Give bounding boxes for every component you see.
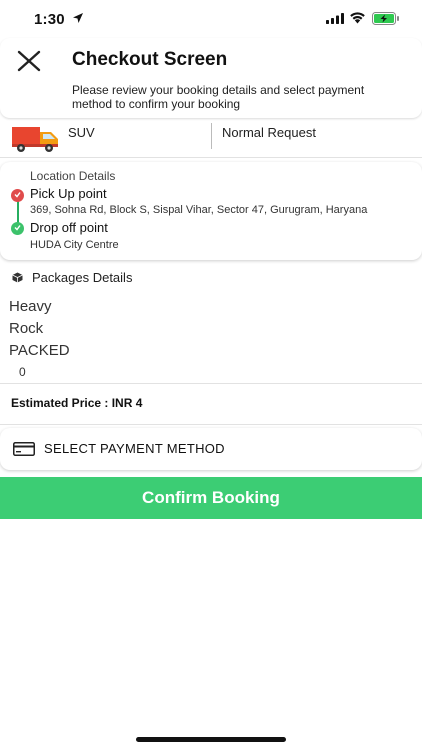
cellular-signal-icon: [326, 13, 344, 24]
status-time: 1:30: [34, 11, 65, 28]
pickup-address: 369, Sohna Rd, Block S, Sispal Vihar, Se…: [30, 204, 368, 216]
dropoff-marker-icon: [11, 222, 24, 235]
dropoff-label: Drop off point: [30, 220, 108, 235]
estimated-price: Estimated Price : INR 4: [11, 396, 143, 410]
confirm-booking-button[interactable]: Confirm Booking: [0, 477, 422, 519]
truck-icon: [12, 127, 58, 152]
payment-method-label: SELECT PAYMENT METHOD: [44, 441, 225, 456]
status-bar: 1:30: [0, 0, 422, 36]
pickup-marker-icon: [11, 189, 24, 202]
packages-title: Packages Details: [32, 270, 133, 285]
page-title: Checkout Screen: [72, 49, 228, 70]
select-payment-method-button[interactable]: SELECT PAYMENT METHOD: [0, 428, 422, 470]
page-subtitle: Please review your booking details and s…: [72, 83, 365, 111]
battery-charging-icon: [372, 12, 399, 25]
vehicle-summary: SUV Normal Request: [0, 118, 422, 158]
wifi-icon: [350, 12, 365, 24]
package-icon: [12, 272, 23, 283]
vehicle-type: SUV: [68, 125, 95, 140]
packages-details: Packages Details Heavy Rock PACKED 0: [0, 264, 422, 384]
location-title: Location Details: [30, 169, 116, 183]
package-quantity: 0: [19, 365, 26, 379]
divider: [0, 424, 422, 425]
location-details-card: Location Details Pick Up point 369, Sohn…: [0, 162, 422, 260]
divider: [211, 123, 212, 149]
checkout-header: Checkout Screen Please review your booki…: [0, 38, 422, 118]
pickup-label: Pick Up point: [30, 186, 107, 201]
package-packing: PACKED: [9, 342, 70, 359]
dropoff-address: HUDA City Centre: [30, 239, 119, 251]
close-icon[interactable]: [14, 48, 44, 74]
package-weight: Heavy: [9, 298, 52, 315]
credit-card-icon: [13, 442, 35, 456]
package-material: Rock: [9, 320, 44, 337]
location-arrow-icon: [73, 13, 83, 23]
request-type: Normal Request: [222, 125, 316, 140]
home-indicator: [136, 737, 286, 742]
